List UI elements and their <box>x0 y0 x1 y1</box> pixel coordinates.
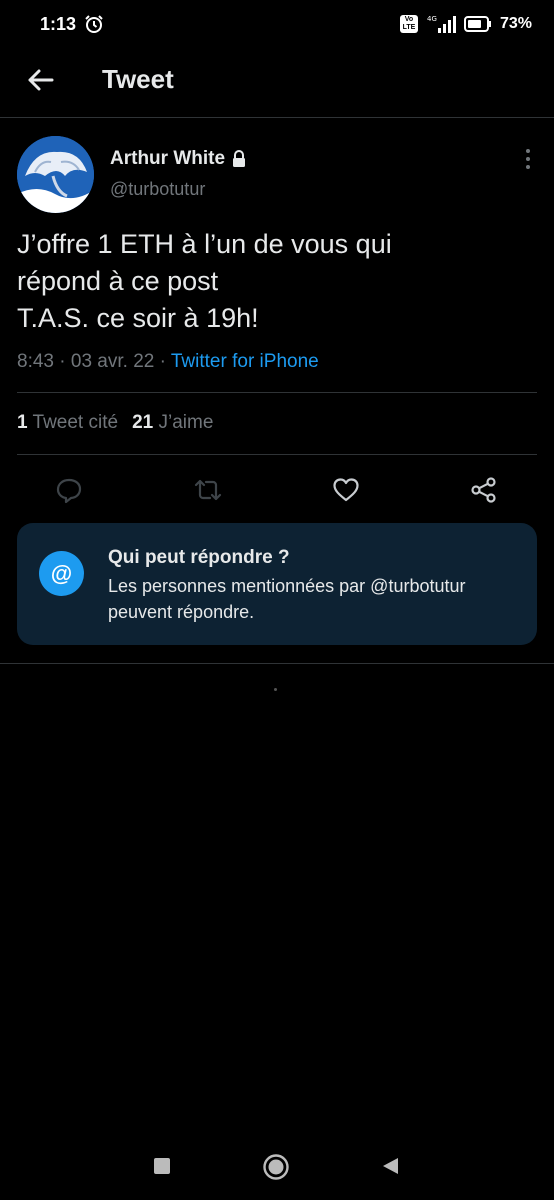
volte-icon: Vo LTE <box>399 15 418 33</box>
reply-restriction-card: @ Qui peut répondre ? Les personnes ment… <box>17 523 537 645</box>
tweet-metadata: 8:43 · 03 avr. 22 · Twitter for iPhone <box>17 351 319 373</box>
meta-separator: · <box>159 351 166 372</box>
divider <box>17 392 537 393</box>
tweet-actions <box>0 470 554 510</box>
card-description: Les personnes mentionnées par @turbotutu… <box>108 576 466 622</box>
status-bar: 1:13 Vo LTE 4G 73% <box>0 0 554 50</box>
battery-percent: 73% <box>499 15 532 32</box>
divider <box>0 663 554 664</box>
status-time: 1:13 <box>40 14 77 34</box>
card-title: Qui peut répondre ? <box>108 547 290 568</box>
tweet-text-line: T.A.S. ce soir à 19h! <box>17 303 259 333</box>
top-app-bar: Tweet <box>0 50 554 118</box>
system-back-button[interactable] <box>380 1156 400 1176</box>
quote-tweets-stat[interactable]: 1 Tweet cité <box>17 412 118 433</box>
loading-indicator <box>274 688 277 691</box>
like-heart-icon[interactable] <box>332 476 360 504</box>
lock-icon <box>233 150 246 167</box>
quote-label: Tweet cité <box>32 412 119 433</box>
system-navigation-bar <box>0 1140 554 1200</box>
recents-button[interactable] <box>154 1158 170 1174</box>
likes-stat[interactable]: 21 J’aime <box>132 412 213 433</box>
author-handle[interactable]: @turbotutur <box>110 179 205 200</box>
tweet-date: 03 avr. 22 <box>70 351 155 372</box>
tweet-stats: 1 Tweet cité 21 J’aime <box>17 412 213 434</box>
network-label: 4G <box>427 15 437 23</box>
author-name[interactable]: Arthur White <box>110 148 225 170</box>
tweet-source-link[interactable]: Twitter for iPhone <box>171 351 319 372</box>
author-name-row[interactable]: Arthur White <box>110 148 247 170</box>
back-arrow-icon[interactable] <box>26 66 54 94</box>
tweet-time: 8:43 <box>17 351 54 372</box>
reply-icon[interactable] <box>55 476 83 504</box>
meta-separator: · <box>59 351 66 372</box>
quote-count: 1 <box>17 412 28 433</box>
mention-icon: @ <box>39 551 84 596</box>
battery-icon <box>463 16 491 32</box>
tweet-text-line: répond à ce post <box>17 266 219 296</box>
home-button[interactable] <box>262 1153 290 1181</box>
like-count: 21 <box>132 412 154 433</box>
tweet-text-line: J’offre 1 ETH à l’un de vous qui <box>17 229 392 259</box>
like-label: J’aime <box>158 412 214 433</box>
divider <box>17 454 537 455</box>
share-icon[interactable] <box>470 476 498 504</box>
alarm-icon <box>85 15 103 33</box>
retweet-icon[interactable] <box>194 476 222 504</box>
tweet-text: J’offre 1 ETH à l’un de vous qui répond … <box>17 226 537 337</box>
avatar[interactable] <box>17 136 94 213</box>
more-options-icon[interactable] <box>524 148 532 170</box>
page-title: Tweet <box>102 64 174 94</box>
signal-icon: 4G <box>427 15 456 33</box>
avatar-image <box>17 136 94 213</box>
